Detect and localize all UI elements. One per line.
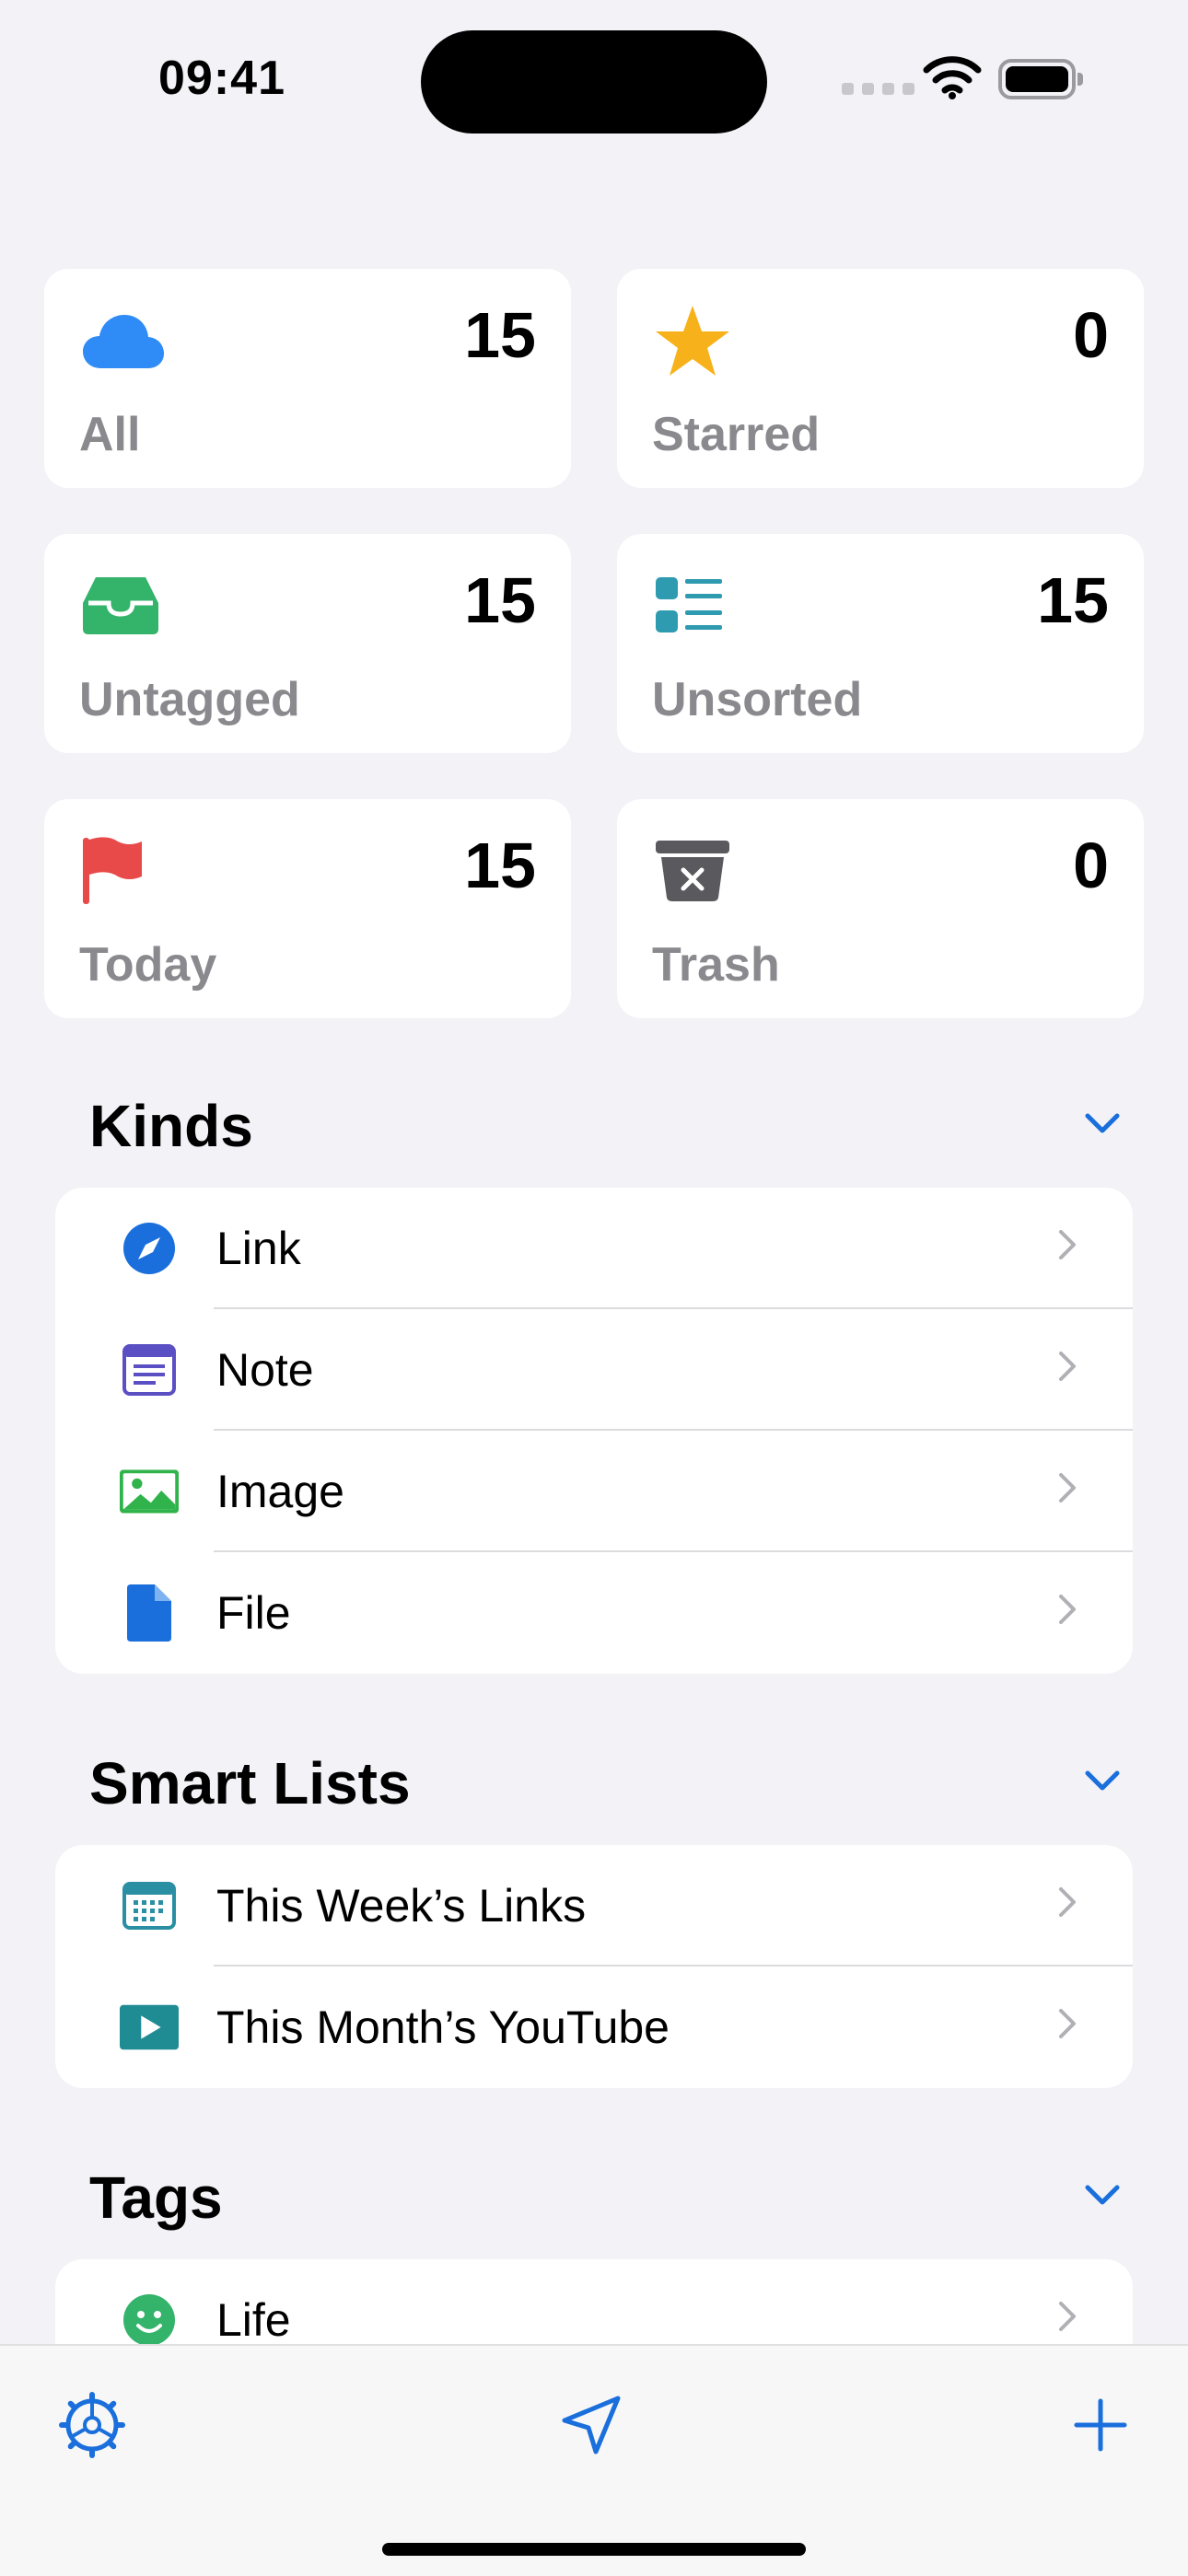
card-count: 15 — [464, 830, 536, 901]
section-title: Smart Lists — [89, 1750, 411, 1816]
summary-cards: 15 All 0 Starred 15 Untagged 15 Unsorted… — [44, 269, 1144, 1018]
card-label: Unsorted — [652, 673, 863, 726]
card-all[interactable]: 15 All — [44, 269, 571, 488]
section-title: Tags — [89, 2164, 223, 2231]
note-icon — [120, 1340, 179, 1399]
list-item-label: Note — [216, 1344, 314, 1396]
image-icon — [120, 1462, 179, 1521]
bottom-toolbar — [0, 2344, 1188, 2576]
card-count: 0 — [1073, 830, 1109, 901]
list-item-link[interactable]: Link — [55, 1188, 1133, 1309]
chevron-down-icon[interactable] — [1084, 1112, 1121, 1139]
file-icon — [120, 1584, 179, 1642]
smart-lists-header[interactable]: Smart Lists — [89, 1749, 1130, 1823]
gear-icon — [59, 2392, 125, 2458]
wifi-icon — [923, 55, 982, 104]
chevron-right-icon — [1057, 1471, 1077, 1509]
list-icon — [654, 563, 739, 648]
card-count: 0 — [1073, 299, 1109, 371]
card-trash[interactable]: 0 Trash — [617, 799, 1144, 1018]
section-title: Kinds — [89, 1093, 253, 1159]
list-item-label: Life — [216, 2294, 291, 2346]
compass-icon — [120, 1219, 179, 1278]
list-item-label: This Week’s Links — [216, 1880, 587, 1932]
card-label: Starred — [652, 408, 821, 461]
list-item-this-months-youtube[interactable]: This Month’s YouTube — [55, 1967, 1133, 2088]
list-item-image[interactable]: Image — [55, 1431, 1133, 1552]
calendar-icon — [120, 1876, 179, 1935]
chevron-right-icon — [1057, 1350, 1077, 1387]
card-starred[interactable]: 0 Starred — [617, 269, 1144, 488]
smart-lists-list: This Week’s Links This Month’s YouTube — [55, 1845, 1133, 2088]
chevron-down-icon[interactable] — [1084, 1770, 1121, 1796]
list-item-this-weeks-links[interactable]: This Week’s Links — [55, 1845, 1133, 1967]
tags-header[interactable]: Tags — [89, 2164, 1130, 2237]
play-icon — [120, 1998, 179, 2057]
plus-icon — [1074, 2398, 1127, 2452]
cloud-icon — [81, 298, 166, 383]
battery-icon — [998, 59, 1083, 99]
list-item-label: This Month’s YouTube — [216, 2002, 670, 2053]
chevron-down-icon[interactable] — [1084, 2184, 1121, 2210]
add-button[interactable] — [1064, 2388, 1137, 2462]
chevron-right-icon — [1057, 2300, 1077, 2338]
location-arrow-icon — [562, 2396, 621, 2454]
card-count: 15 — [464, 299, 536, 371]
card-label: Untagged — [79, 673, 300, 726]
list-item-note[interactable]: Note — [55, 1309, 1133, 1431]
chevron-right-icon — [1057, 1228, 1077, 1266]
card-unsorted[interactable]: 15 Unsorted — [617, 534, 1144, 753]
chevron-right-icon — [1057, 1886, 1077, 1923]
chevron-right-icon — [1057, 2007, 1077, 2045]
card-label: Trash — [652, 938, 780, 992]
kinds-header[interactable]: Kinds — [89, 1092, 1130, 1166]
list-item-label: Link — [216, 1223, 301, 1274]
card-untagged[interactable]: 15 Untagged — [44, 534, 571, 753]
trash-icon — [654, 829, 739, 913]
list-item-label: File — [216, 1587, 291, 1639]
settings-button[interactable] — [55, 2388, 129, 2462]
star-icon — [654, 298, 739, 383]
cellular-signal-icon — [842, 83, 914, 95]
status-time: 09:41 — [158, 52, 285, 105]
card-today[interactable]: 15 Today — [44, 799, 571, 1018]
chevron-right-icon — [1057, 1593, 1077, 1630]
card-label: Today — [79, 938, 217, 992]
navigate-button[interactable] — [554, 2388, 628, 2462]
flag-icon — [81, 829, 166, 913]
card-label: All — [79, 408, 141, 461]
kinds-list: Link Note Image File — [55, 1188, 1133, 1674]
home-indicator — [382, 2543, 806, 2556]
smiley-icon — [120, 2291, 179, 2350]
dynamic-island — [421, 30, 767, 133]
list-item-file[interactable]: File — [55, 1552, 1133, 1674]
list-item-label: Image — [216, 1466, 344, 1517]
tray-icon — [81, 563, 166, 648]
card-count: 15 — [1037, 564, 1109, 636]
card-count: 15 — [464, 564, 536, 636]
status-bar: 09:41 — [0, 0, 1188, 138]
